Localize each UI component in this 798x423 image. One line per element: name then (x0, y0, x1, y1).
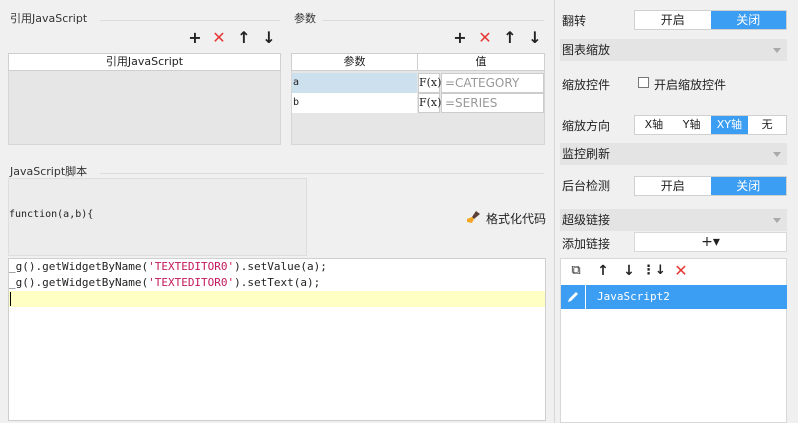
panel-divider (554, 0, 555, 423)
param-row-name[interactable]: b (292, 93, 417, 113)
code-line: _g().getWidgetByName('TEXTEDITOR0').setT… (9, 276, 321, 289)
params-column-value: 值 (417, 53, 545, 71)
add-param-icon[interactable]: + (452, 30, 468, 46)
formula-button[interactable]: F(x) (418, 73, 441, 93)
zoom-xy-option[interactable]: XY轴 (710, 116, 749, 134)
flip-on-option[interactable]: 开启 (635, 11, 711, 29)
chevron-down-icon (773, 48, 781, 53)
move-up-icon[interactable]: ↑ (595, 263, 611, 279)
monitor-refresh-title: 监控刷新 (562, 147, 611, 161)
monitor-refresh-header[interactable]: 监控刷新 (560, 143, 787, 165)
copy-icon[interactable]: ⧉ (568, 263, 584, 279)
code-editor[interactable]: _g().getWidgetByName('TEXTEDITOR0').setV… (8, 258, 546, 421)
format-code-label: 格式化代码 (486, 212, 547, 226)
edit-pencil-icon[interactable] (561, 285, 586, 309)
params-title: 参数 (294, 12, 316, 25)
bg-check-off-option[interactable]: 关闭 (710, 177, 786, 195)
chart-zoom-title: 图表缩放 (562, 43, 611, 57)
enable-zoom-label[interactable]: 开启缩放控件 (654, 76, 726, 93)
flip-toggle[interactable]: 开启 关闭 (634, 10, 787, 30)
zoom-y-option[interactable]: Y轴 (673, 116, 711, 134)
link-item-label: JavaScript2 (597, 290, 670, 303)
sort-icon[interactable]: ⋮↓ (642, 263, 666, 279)
param-row-name[interactable]: a (292, 73, 417, 93)
zoom-direction-selector[interactable]: X轴 Y轴 XY轴 无 (634, 115, 787, 135)
text-cursor (10, 292, 11, 306)
current-line-highlight (9, 291, 545, 307)
add-link-label: 添加链接 (562, 237, 611, 251)
title-divider (100, 20, 280, 21)
bg-check-label: 后台检测 (562, 179, 611, 193)
function-signature: function(a,b){ (9, 209, 94, 220)
zoom-control-label: 缩放控件 (562, 78, 611, 92)
script-title: JavaScript脚本 (10, 165, 88, 178)
code-line: _g().getWidgetByName('TEXTEDITOR0').setV… (9, 260, 327, 273)
zoom-direction-label: 缩放方向 (562, 119, 611, 133)
move-down-icon[interactable]: ↓ (527, 30, 543, 46)
move-down-icon[interactable]: ↓ (261, 30, 277, 46)
flip-label: 翻转 (562, 14, 587, 28)
title-divider (322, 20, 544, 21)
hyperlink-header[interactable]: 超级链接 (560, 209, 787, 231)
move-up-icon[interactable]: ↑ (236, 30, 252, 46)
delete-param-icon[interactable]: ✕ (477, 30, 493, 46)
hyperlink-title: 超级链接 (562, 213, 611, 227)
delete-icon[interactable]: ✕ (211, 30, 227, 46)
broom-icon (466, 210, 482, 227)
move-down-icon[interactable]: ↓ (621, 263, 637, 279)
add-link-button[interactable]: +▾ (634, 232, 787, 252)
param-value-input[interactable]: =SERIES (441, 93, 544, 113)
chevron-down-icon (773, 152, 781, 157)
zoom-none-option[interactable]: 无 (748, 116, 786, 134)
ref-js-column-header: 引用JavaScript (8, 53, 281, 71)
chevron-down-icon (773, 218, 781, 223)
delete-link-icon[interactable]: ✕ (673, 263, 689, 279)
params-column-name: 参数 (291, 53, 418, 71)
title-divider (100, 173, 544, 174)
format-code-button[interactable]: 格式化代码 (466, 210, 546, 227)
bg-check-on-option[interactable]: 开启 (635, 177, 711, 195)
move-up-icon[interactable]: ↑ (502, 30, 518, 46)
ref-js-title: 引用JavaScript (10, 12, 88, 25)
flip-off-option[interactable]: 关闭 (710, 11, 786, 29)
link-list-panel (560, 258, 787, 423)
add-icon[interactable]: + (187, 30, 203, 46)
param-value-input[interactable]: =CATEGORY (441, 73, 544, 93)
enable-zoom-checkbox[interactable] (638, 77, 649, 88)
bg-check-toggle[interactable]: 开启 关闭 (634, 176, 787, 196)
chart-zoom-header[interactable]: 图表缩放 (560, 39, 787, 61)
zoom-x-option[interactable]: X轴 (635, 116, 673, 134)
link-list-item[interactable]: JavaScript2 (561, 285, 787, 309)
formula-button[interactable]: F(x) (418, 93, 441, 113)
